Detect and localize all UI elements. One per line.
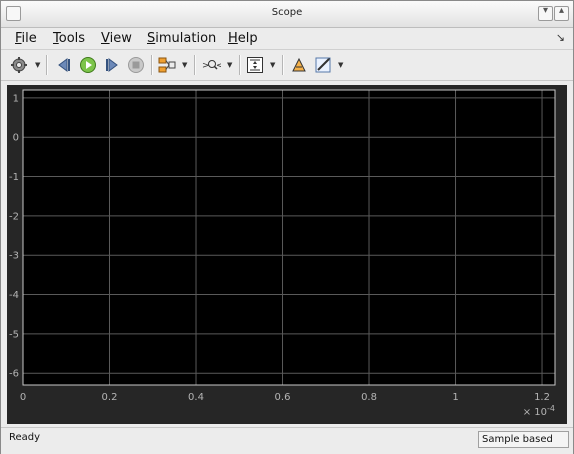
x-tick-label: 1.2 <box>534 392 550 403</box>
toolbar: ▼ ▼ > < ▼ ▼ ▼ <box>1 50 573 81</box>
zoom-button[interactable]: > < <box>201 55 221 75</box>
x-exponent-label: × 10-4 <box>523 404 555 418</box>
status-bar: Ready Sample based <box>1 427 573 454</box>
settings-button[interactable] <box>9 55 29 75</box>
title-bar[interactable]: Scope ▾ ▴ <box>1 1 573 28</box>
zoom-icon: > < <box>202 60 221 71</box>
window-title: Scope <box>271 7 303 18</box>
y-tick-label: -2 <box>9 211 19 222</box>
status-text: Ready <box>9 432 41 443</box>
menu-view[interactable]: View <box>101 31 132 46</box>
signal-selector-dropdown-icon[interactable]: ▼ <box>182 61 187 69</box>
measurement-dropdown-icon[interactable]: ▼ <box>338 61 343 69</box>
settings-dropdown-icon[interactable]: ▼ <box>35 61 40 69</box>
menu-file[interactable]: File <box>15 31 37 46</box>
step-back-button[interactable] <box>54 55 74 75</box>
scope-window: Scope ▾ ▴ File Tools View Simulation Hel… <box>0 0 574 454</box>
highlight-button[interactable] <box>289 55 309 75</box>
menu-tools[interactable]: Tools <box>53 31 85 46</box>
step-forward-icon <box>106 58 118 72</box>
y-tick-label: 1 <box>13 93 19 104</box>
x-tick-label: 0.6 <box>275 392 291 403</box>
x-tick-label: 1 <box>452 392 458 403</box>
highlight-icon <box>292 57 306 72</box>
plot-area <box>23 90 555 385</box>
toolbar-separator <box>194 55 196 75</box>
toolbar-separator <box>151 55 153 75</box>
maximize-button[interactable]: ▴ <box>554 5 569 21</box>
dock-icon[interactable]: ↘ <box>556 31 565 44</box>
gear-icon <box>11 57 27 73</box>
autoscale-button[interactable] <box>245 55 265 75</box>
y-tick-label: -3 <box>9 251 19 262</box>
step-back-icon <box>58 58 70 72</box>
autoscale-icon <box>247 57 263 73</box>
svg-text:<: < <box>216 61 221 71</box>
menu-bar: File Tools View Simulation Help ↘ <box>1 28 573 50</box>
run-button[interactable] <box>78 55 98 75</box>
minimize-button[interactable]: ▾ <box>538 5 553 21</box>
step-forward-button[interactable] <box>102 55 122 75</box>
toolbar-separator <box>46 55 48 75</box>
stop-button[interactable] <box>126 55 146 75</box>
minimize-icon: ▾ <box>542 5 549 16</box>
menu-help[interactable]: Help <box>228 31 258 46</box>
x-tick-label: 0.4 <box>188 392 204 403</box>
y-tick-label: -5 <box>9 329 19 340</box>
sample-mode-indicator: Sample based <box>478 431 569 448</box>
autoscale-dropdown-icon[interactable]: ▼ <box>270 61 275 69</box>
stop-icon <box>128 57 144 73</box>
menu-simulation[interactable]: Simulation <box>147 31 216 46</box>
x-tick-label: 0.2 <box>102 392 118 403</box>
signal-selector-icon <box>158 57 176 73</box>
y-tick-label: -6 <box>9 369 19 380</box>
y-tick-label: -4 <box>9 290 19 301</box>
plot-panel: 0 0.2 0.4 0.6 0.8 1 1.2 1 0 -1 -2 -3 -4 -5 -6 × 10-4 <box>7 85 567 424</box>
zoom-dropdown-icon[interactable]: ▼ <box>227 61 232 69</box>
y-tick-label: -1 <box>9 172 19 183</box>
measurement-button[interactable] <box>313 55 333 75</box>
run-icon <box>80 57 96 73</box>
toolbar-separator <box>282 55 284 75</box>
measurement-icon <box>315 57 331 73</box>
x-tick-label: 0 <box>20 392 26 403</box>
signal-selector-button[interactable] <box>157 55 177 75</box>
maximize-icon: ▴ <box>558 5 565 16</box>
y-tick-label: 0 <box>13 133 19 144</box>
scope-plot[interactable]: 0 0.2 0.4 0.6 0.8 1 1.2 1 0 -1 -2 -3 -4 -5 -6 × 10-4 <box>7 85 567 424</box>
toolbar-separator <box>239 55 241 75</box>
x-tick-label: 0.8 <box>361 392 377 403</box>
